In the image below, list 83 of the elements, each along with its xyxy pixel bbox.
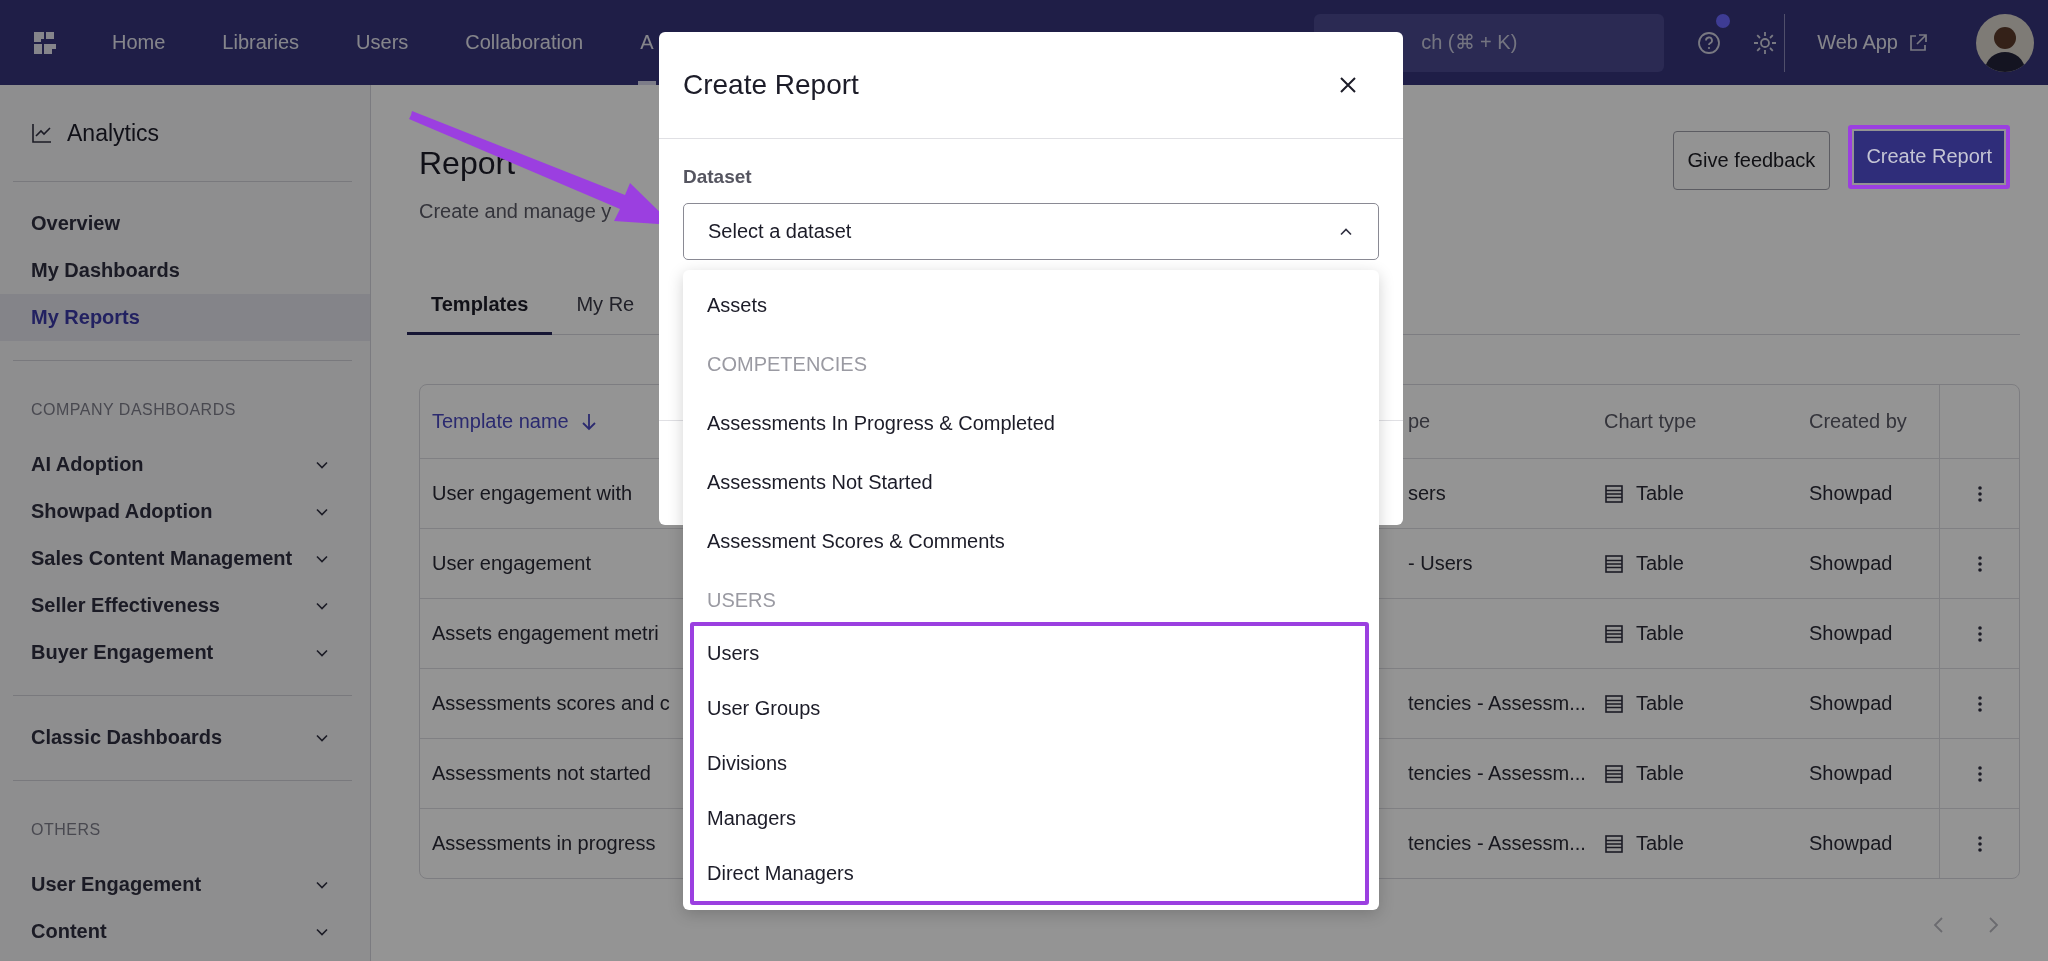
sidebar-item[interactable]: My Reports: [0, 294, 370, 341]
sidebar-item[interactable]: Showpad Adoption: [0, 488, 370, 535]
table-cell: sers: [1408, 482, 1446, 505]
column-header[interactable]: Created by: [1797, 385, 1939, 459]
group-heading: COMPETENCIES: [706, 352, 869, 377]
table-cell: Showpad: [1809, 552, 1893, 575]
table-cell: Assets engagement metri: [432, 622, 659, 645]
dropdown-option[interactable]: Managers: [694, 791, 1365, 846]
tab[interactable]: Templates: [407, 276, 553, 335]
sidebar-item[interactable]: Seller Effectiveness: [0, 582, 370, 629]
sidebar-item[interactable]: AI Adoption: [0, 441, 370, 488]
table-icon: [1604, 623, 1624, 644]
table-cell: Table: [1636, 692, 1684, 715]
feedback-button[interactable]: Give feedback: [1672, 131, 1831, 190]
dropdown-option[interactable]: Users: [694, 626, 1365, 681]
nav-tab[interactable]: A: [638, 0, 656, 85]
table-cell: Table: [1636, 622, 1684, 645]
logo-icon[interactable]: [32, 29, 58, 56]
dropdown-option[interactable]: Assessment Scores & Comments: [683, 512, 1379, 571]
sidebar-title: Analytics: [67, 119, 160, 147]
dropdown-option[interactable]: Assessments Not Started: [683, 453, 1379, 512]
table-cell: - Users: [1408, 552, 1473, 575]
dropdown-option[interactable]: User Groups: [694, 681, 1365, 736]
chart-icon: [31, 122, 53, 144]
column-header[interactable]: Chart type: [1592, 385, 1797, 459]
settings-icon[interactable]: [1752, 29, 1779, 56]
table-cell: Showpad: [1809, 832, 1893, 855]
more-icon[interactable]: [1976, 623, 1983, 644]
sort-down-icon[interactable]: [580, 411, 597, 432]
more-icon[interactable]: [1976, 693, 1983, 714]
table-cell: User engagement with: [432, 482, 633, 505]
table-cell: Showpad: [1809, 622, 1893, 645]
nav-tab[interactable]: Libraries: [220, 0, 302, 85]
more-icon[interactable]: [1976, 763, 1983, 784]
table-icon: [1604, 833, 1624, 854]
table-cell: tencies - Assessm...: [1408, 832, 1586, 855]
dropdown-option[interactable]: Divisions: [694, 736, 1365, 791]
dropdown-option[interactable]: Direct Managers: [694, 846, 1365, 901]
table-cell: Table: [1636, 762, 1684, 785]
web-app-link[interactable]: Web App: [1817, 31, 1898, 54]
table-cell: Table: [1636, 552, 1684, 575]
table-cell: Assessments not started: [432, 762, 651, 785]
sidebar-item[interactable]: User Engagement: [0, 861, 370, 908]
nav-tab[interactable]: Users: [354, 0, 411, 85]
dropdown-option[interactable]: Assets: [683, 276, 1379, 335]
page-title: Report: [419, 144, 517, 183]
section-heading: OTHERS: [30, 820, 102, 840]
sidebar-item[interactable]: Overview: [0, 200, 370, 247]
table-icon: [1604, 763, 1624, 784]
sidebar-item[interactable]: Buyer Engagement: [0, 629, 370, 676]
sidebar-item[interactable]: Sales Content Management: [0, 535, 370, 582]
table-cell: Table: [1636, 832, 1684, 855]
page-subtitle: Create and manage y: [419, 199, 612, 223]
nav-tab[interactable]: Collaboration: [463, 0, 586, 85]
table-cell: Table: [1636, 482, 1684, 505]
tab[interactable]: My Re: [552, 276, 659, 335]
table-cell: Showpad: [1809, 762, 1893, 785]
section-heading: COMPANY DASHBOARDS: [30, 400, 237, 420]
dropdown-option[interactable]: Assessments In Progress & Completed: [683, 394, 1379, 453]
dialog-title: Create Report: [683, 69, 859, 101]
sidebar-item[interactable]: My Dashboards: [0, 247, 370, 294]
help-icon[interactable]: [1697, 30, 1722, 55]
table-cell: Showpad: [1809, 692, 1893, 715]
more-icon[interactable]: [1976, 553, 1983, 574]
sidebar-item[interactable]: Content: [0, 908, 370, 955]
sidebar-item[interactable]: Classic Dashboards: [0, 714, 370, 761]
group-heading: USERS: [706, 588, 777, 613]
field-label: Dataset: [683, 165, 753, 189]
table-icon: [1604, 553, 1624, 574]
more-icon[interactable]: [1976, 483, 1983, 504]
nav-tab[interactable]: Home: [110, 0, 168, 85]
table-cell: Assessments in progress: [432, 832, 656, 855]
table-cell: tencies - Assessm...: [1408, 692, 1586, 715]
external-link-icon[interactable]: [1908, 32, 1928, 53]
table-icon: [1604, 483, 1624, 504]
table-cell: Showpad: [1809, 482, 1893, 505]
dataset-select[interactable]: Select a dataset: [683, 203, 1379, 260]
table-icon: [1604, 693, 1624, 714]
create-report-button[interactable]: Create Report: [1848, 124, 2010, 189]
table-cell: User engagement: [432, 552, 591, 575]
table-cell: tencies - Assessm...: [1408, 762, 1586, 785]
table-cell: Assessments scores and c: [432, 692, 670, 715]
more-icon[interactable]: [1976, 833, 1983, 854]
